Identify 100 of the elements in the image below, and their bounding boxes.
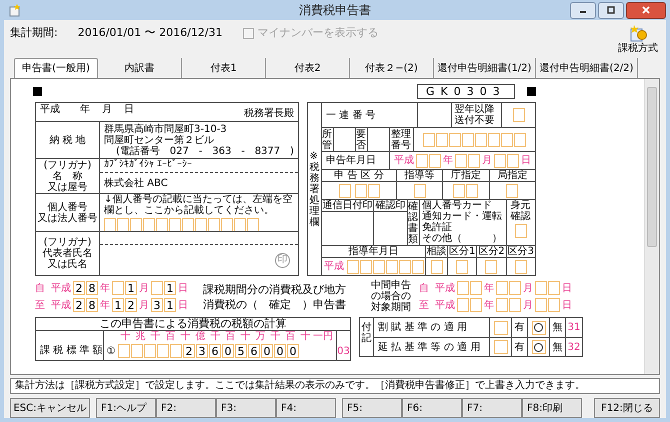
place-header: 千	[150, 331, 162, 342]
unit-label: 日	[124, 104, 134, 115]
field-label: 整理番号	[391, 128, 412, 150]
entry-box	[151, 281, 163, 295]
scrollbar[interactable]	[644, 79, 659, 374]
entry-box	[247, 218, 259, 232]
function-key-button[interactable]: F4:	[276, 398, 336, 418]
option-label: 無	[552, 322, 562, 333]
digit-box: 1	[164, 281, 176, 295]
phone-text: )	[290, 146, 294, 157]
entry-box	[117, 218, 129, 232]
place-header: 十	[240, 331, 252, 342]
entry-box	[470, 298, 482, 312]
entry-box	[548, 298, 560, 312]
entry-box	[157, 344, 169, 358]
line-code: 03	[337, 346, 350, 357]
entry-box	[501, 132, 513, 146]
entry-box	[470, 281, 482, 295]
column-header: 相談	[426, 246, 446, 257]
digit-box: 2	[125, 298, 137, 312]
entry-box	[512, 108, 524, 122]
return-title: 消費税の（ 確定 ）申告書	[203, 296, 347, 312]
place-header: 十	[180, 331, 192, 342]
unit-label: 年	[484, 300, 494, 310]
digit-box: 3	[151, 298, 163, 312]
unit-label: 年	[80, 104, 90, 115]
company-name: 株式会社 ABC	[104, 178, 168, 188]
entry-box	[368, 184, 380, 198]
unit-label: 日	[178, 298, 188, 312]
entry-box	[496, 298, 508, 312]
place-header: 万	[254, 331, 266, 342]
row-label: 割 賦 基 準 の 適 用	[378, 322, 468, 333]
era-label: 平成	[40, 104, 60, 115]
tab[interactable]: 申告書(一般用)	[14, 58, 98, 78]
field-label: 身元確認	[510, 200, 532, 222]
phone-text: 363	[212, 146, 232, 157]
function-key-button[interactable]: ESC:キャンセル	[10, 398, 90, 418]
place-header: 百	[284, 331, 296, 342]
unit-label: 日	[562, 300, 572, 310]
function-key-button[interactable]: F8:印刷	[522, 398, 582, 418]
field-label: 個人番号	[48, 202, 88, 212]
entry-box	[354, 184, 366, 198]
entry-box	[514, 132, 526, 146]
note-text: ↓個人番号の記載に当たっては、左端を空欄とし、ここから記載してください。	[104, 194, 294, 216]
furigana-text: ｶﾌﾞｼｷｶﾞｲｼｬ ｴｰﾋﾞｰｼｰ	[104, 159, 192, 170]
corner-mark	[526, 86, 536, 96]
entry-box	[221, 218, 233, 232]
field-label: 又は氏名	[48, 259, 88, 270]
function-key-button[interactable]: F12:閉じる	[594, 398, 660, 418]
maximize-button[interactable]	[598, 2, 624, 18]
era-label: 平成	[51, 282, 71, 296]
digit-box: 2	[73, 281, 85, 295]
period-label: 集計期間:	[10, 25, 58, 41]
entry-box	[182, 218, 194, 232]
row-number: ①	[106, 346, 116, 357]
field-label: (フリガナ)	[44, 237, 92, 248]
option-label: 無	[552, 342, 562, 352]
scrollbar-thumb[interactable]	[647, 87, 657, 247]
document-option: その他（ ）	[422, 233, 504, 244]
unit-label: 月	[523, 300, 533, 310]
function-key-button[interactable]: F2:	[156, 398, 216, 418]
entry-box	[112, 281, 124, 295]
function-key-button[interactable]: F7:	[462, 398, 522, 418]
entry-box	[156, 218, 168, 232]
entry-box	[143, 218, 155, 232]
entry-box	[373, 260, 385, 274]
field-label: 名 称	[52, 170, 82, 182]
function-key-button[interactable]: F6:	[402, 398, 462, 418]
unit-label: 日	[521, 155, 531, 166]
phone-text: (電話番号	[116, 146, 160, 157]
entry-box	[457, 298, 469, 312]
phone-text: -	[241, 146, 245, 157]
entry-box	[535, 281, 547, 295]
minimize-button[interactable]	[570, 2, 596, 18]
address-line: 問屋町センター第２ビル	[104, 135, 215, 146]
field-label: (フリガナ)	[44, 160, 92, 170]
entry-box	[195, 218, 207, 232]
entry-box	[466, 184, 478, 198]
function-key-button[interactable]: F5:	[342, 398, 402, 418]
close-icon	[642, 6, 650, 14]
section-label: 付記	[362, 322, 372, 346]
entry-box	[429, 154, 441, 168]
unit-label: 年	[100, 282, 110, 296]
entry-box	[104, 218, 116, 232]
interim-label: 対象期間	[371, 302, 411, 313]
era-label: 平成	[324, 261, 344, 272]
field-label: 又は法人番号	[38, 212, 98, 224]
entry-box	[130, 218, 142, 232]
period-prefix: 自	[35, 282, 45, 296]
tax-method-button[interactable]: 課税方式	[618, 23, 658, 55]
close-button[interactable]	[626, 2, 666, 18]
section-label: ※税務署処理欄	[310, 150, 320, 228]
function-key-button[interactable]: F3:	[216, 398, 276, 418]
seal-mark: 印	[275, 252, 290, 268]
return-title: 課税期間分の消費税及び地方	[203, 282, 347, 296]
function-key-button[interactable]: F1:ヘルプ	[96, 398, 156, 418]
unit-label: 月	[482, 155, 492, 166]
document-option: 通知カード・運転免許証	[422, 211, 504, 233]
period-prefix: 自	[419, 282, 429, 294]
digit-box: 5	[235, 344, 247, 358]
